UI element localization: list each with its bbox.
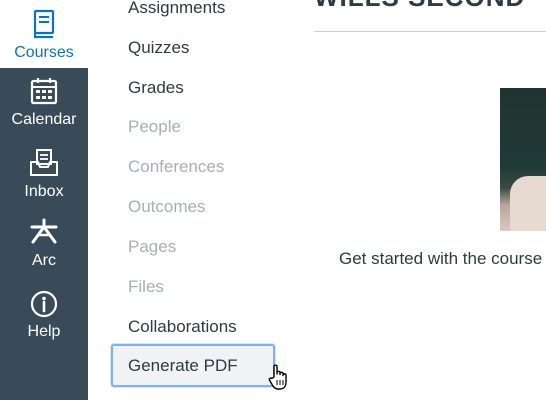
title-divider [314,31,546,32]
course-nav-quizzes[interactable]: Quizzes [128,38,189,58]
course-nav-outcomes[interactable]: Outcomes [128,197,205,217]
nav-inbox-label: Inbox [24,183,64,200]
course-nav-conferences[interactable]: Conferences [128,157,224,177]
main-content: WILLS SECOND Get started with the course [314,0,546,400]
get-started-text: Get started with the course [339,249,543,268]
inbox-icon [30,149,58,176]
course-nav-generate-pdf[interactable]: Generate PDF [111,344,275,387]
nav-calendar-label: Calendar [11,111,77,128]
course-navigation: Assignments Quizzes Grades People Confer… [88,0,314,400]
page-title: WILLS SECOND [314,0,525,13]
nav-arc-label: Arc [32,252,56,269]
course-nav-collaborations[interactable]: Collaborations [128,317,237,337]
nav-courses-label: Courses [14,44,74,61]
hand-cursor-icon [268,364,287,390]
nav-courses[interactable]: Courses [0,0,88,68]
course-nav-grades[interactable]: Grades [128,78,184,98]
book-icon [33,9,55,39]
nav-calendar[interactable]: Calendar [0,77,88,129]
course-image-detail [510,176,546,231]
nav-inbox[interactable]: Inbox [0,149,88,201]
nav-arc[interactable]: Arc [0,218,88,270]
course-nav-people[interactable]: People [128,117,181,137]
arc-icon [30,218,58,244]
course-nav-pages[interactable]: Pages [128,237,176,257]
nav-help-label: Help [27,323,61,340]
course-image [500,88,546,231]
global-navigation: Courses Calendar Inbox Arc Help [0,0,88,400]
course-nav-assignments[interactable]: Assignments [128,0,225,18]
nav-help[interactable]: Help [0,290,88,341]
calendar-icon [30,78,58,105]
course-nav-files[interactable]: Files [128,277,164,297]
info-icon [30,290,58,318]
